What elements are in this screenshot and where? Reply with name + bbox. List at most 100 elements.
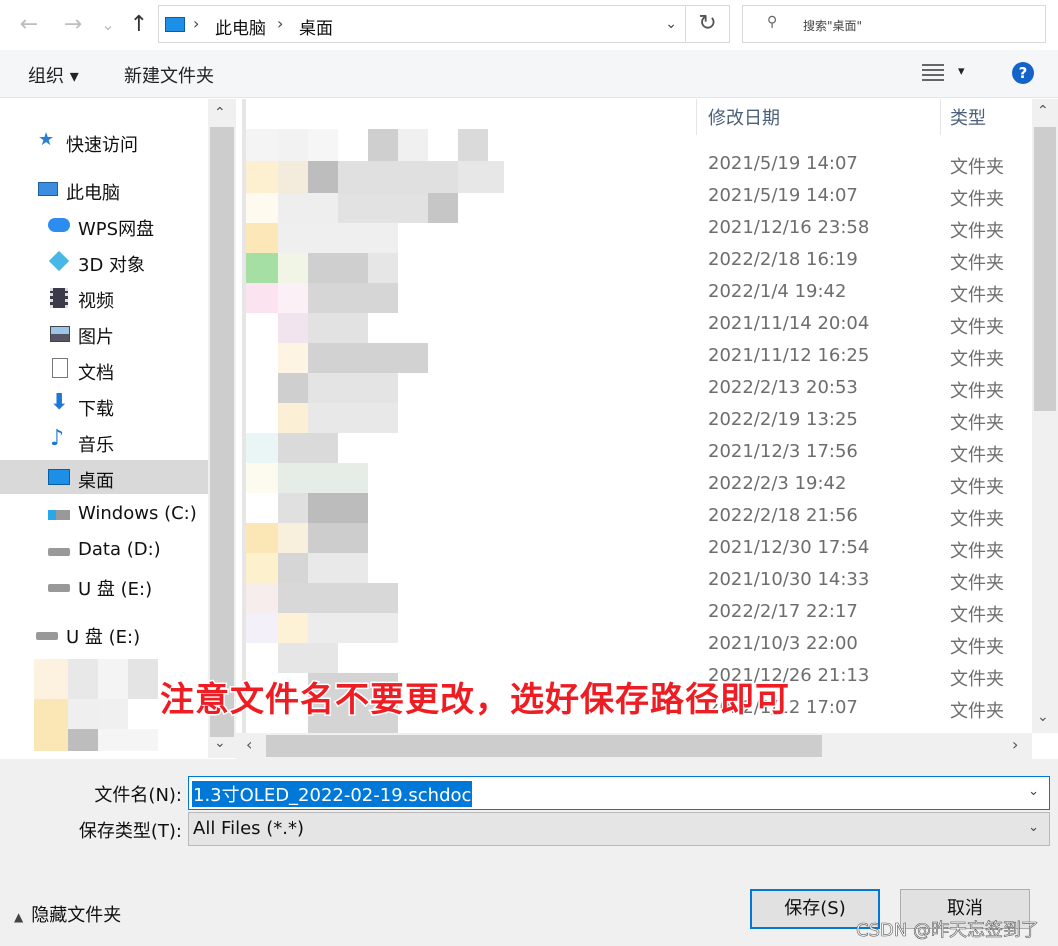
chevron-right-icon: › (193, 14, 200, 33)
row-type: 文件夹 (950, 413, 1004, 434)
cloud-icon (48, 218, 70, 232)
usb-drive-icon (36, 632, 58, 640)
breadcrumb-this-pc[interactable]: 此电脑 (215, 14, 266, 39)
row-type: 文件夹 (950, 541, 1004, 562)
scroll-down-arrow-icon[interactable]: ⌄ (1037, 709, 1049, 725)
scroll-up-arrow-icon[interactable]: ⌃ (1037, 103, 1049, 119)
document-icon (52, 358, 68, 378)
sidebar-item-label: U 盘 (E:) (78, 579, 153, 600)
row-type: 文件夹 (950, 285, 1004, 306)
filetype-value: All Files (*.*) (193, 818, 305, 839)
sidebar-item-label: 下载 (78, 399, 114, 420)
row-date: 2022/2/17 22:17 (708, 601, 858, 622)
back-button[interactable]: ← (14, 10, 44, 40)
sidebar-item-documents[interactable]: 文档 (0, 352, 208, 386)
sidebar-item-drive-c[interactable]: Windows (C:) (0, 496, 208, 530)
scroll-right-arrow-icon[interactable]: › (1012, 735, 1018, 754)
sidebar-item-music[interactable]: ♪ 音乐 (0, 424, 208, 458)
sidebar-item-pictures[interactable]: 图片 (0, 316, 208, 350)
column-header-modified[interactable]: 修改日期 (708, 99, 780, 137)
help-icon[interactable]: ? (1012, 62, 1034, 84)
sidebar-item-label: 快速访问 (66, 135, 138, 156)
caret-up-icon: ▲ (14, 910, 24, 924)
row-date: 2022/2/3 19:42 (708, 473, 847, 494)
navigation-scrollbar[interactable]: ⌃ ⌄ (208, 99, 236, 758)
film-icon (50, 288, 68, 308)
sidebar-item-downloads[interactable]: ⬇ 下载 (0, 388, 208, 422)
row-date: 2021/12/30 17:54 (708, 537, 870, 558)
chevron-down-icon[interactable]: ⌄ (1028, 784, 1039, 799)
recent-locations-button[interactable]: ⌄ (98, 10, 118, 40)
sidebar-item-wps-drive[interactable]: WPS网盘 (0, 208, 208, 242)
forward-button[interactable]: → (58, 10, 88, 40)
sidebar-item-label: U 盘 (E:) (66, 627, 141, 648)
row-date: 2022/2/18 16:19 (708, 249, 858, 270)
music-icon: ♪ (50, 426, 65, 451)
address-dropdown-icon[interactable]: ⌄ (665, 16, 677, 32)
download-icon: ⬇ (50, 390, 69, 415)
sidebar-item-videos[interactable]: 视频 (0, 280, 208, 314)
scrollbar-thumb[interactable] (210, 127, 234, 737)
annotation-note: 注意文件名不要更改，选好保存路径即可 (159, 679, 791, 722)
chevron-right-icon: › (277, 14, 284, 33)
sidebar-item-usb-e-root[interactable]: U 盘 (E:) (0, 616, 208, 650)
row-date: 2021/5/19 14:07 (708, 153, 858, 174)
row-type: 文件夹 (950, 189, 1004, 210)
scroll-left-arrow-icon[interactable]: ‹ (246, 735, 252, 754)
scroll-down-arrow-icon[interactable]: ⌄ (214, 735, 226, 751)
row-type: 文件夹 (950, 701, 1004, 722)
scroll-up-arrow-icon[interactable]: ⌃ (214, 105, 226, 121)
sidebar-item-3d-objects[interactable]: 3D 对象 (0, 244, 208, 278)
picture-icon (50, 326, 70, 342)
sidebar-item-usb-e[interactable]: U 盘 (E:) (0, 568, 208, 602)
file-list: 修改日期 类型 2021/5/19 14:07 文件夹 2021/5/19 14… (236, 99, 1058, 733)
sidebar-item-label: 此电脑 (66, 183, 120, 204)
sidebar-item-label: WPS网盘 (78, 219, 155, 240)
column-header-type[interactable]: 类型 (950, 99, 986, 137)
sidebar-item-desktop[interactable]: 桌面 (0, 460, 208, 494)
cube-icon (48, 250, 70, 272)
file-list-vertical-scrollbar[interactable]: ⌃ ⌄ (1032, 99, 1058, 733)
organize-menu[interactable]: 组织 ▾ (28, 62, 79, 88)
search-box[interactable]: ⚲ 搜索"桌面" (742, 5, 1046, 43)
sidebar-item-this-pc[interactable]: 此电脑 (0, 172, 208, 206)
filetype-select[interactable]: All Files (*.*) ⌄ (188, 812, 1050, 846)
search-input[interactable]: 搜索"桌面" (803, 17, 862, 34)
hide-folders-toggle[interactable]: ▲ 隐藏文件夹 (14, 901, 121, 927)
filename-field[interactable]: 1.3寸OLED_2022-02-19.schdoc ⌄ (188, 776, 1050, 810)
new-folder-button[interactable]: 新建文件夹 (124, 62, 214, 88)
up-button[interactable]: ↑ (126, 10, 152, 40)
navigation-pane: ★ 快速访问 此电脑 WPS网盘 3D 对象 视频 图片 文档 ⬇ 下载 ♪ 音… (0, 99, 236, 758)
filename-input[interactable]: 1.3寸OLED_2022-02-19.schdoc (192, 781, 473, 807)
chevron-down-icon[interactable]: ⌄ (1028, 820, 1039, 835)
sidebar-item-label: 图片 (78, 327, 114, 348)
save-dialog: ← → ⌄ ↑ › 此电脑 › 桌面 ⌄ ↻ ⚲ 搜索"桌面" 组织 ▾ 新建文… (0, 0, 1058, 946)
scrollbar-thumb[interactable] (1034, 127, 1056, 411)
row-type: 文件夹 (950, 221, 1004, 242)
row-date: 2022/2/13 20:53 (708, 377, 858, 398)
sidebar-item-drive-d[interactable]: Data (D:) (0, 532, 208, 566)
toolbar: 组织 ▾ 新建文件夹 ▾ ? (0, 50, 1058, 98)
desktop-icon (165, 17, 185, 32)
row-type: 文件夹 (950, 317, 1004, 338)
refresh-button[interactable]: ↻ (686, 5, 730, 43)
row-date: 2021/12/3 17:56 (708, 441, 858, 462)
scrollbar-thumb[interactable] (266, 735, 822, 757)
breadcrumb-desktop[interactable]: 桌面 (299, 14, 333, 39)
row-type: 文件夹 (950, 573, 1004, 594)
row-date: 2021/10/3 22:00 (708, 633, 858, 654)
row-type: 文件夹 (950, 669, 1004, 690)
sidebar-item-label: 3D 对象 (78, 255, 146, 276)
view-options-icon[interactable] (922, 64, 944, 82)
row-date: 2021/11/12 16:25 (708, 345, 870, 366)
row-date: 2022/1/4 19:42 (708, 281, 847, 302)
view-dropdown-icon[interactable]: ▾ (958, 64, 965, 79)
row-type: 文件夹 (950, 445, 1004, 466)
desktop-icon (48, 469, 70, 485)
address-bar[interactable]: › 此电脑 › 桌面 ⌄ (158, 5, 686, 43)
filetype-label: 保存类型(T): (78, 821, 182, 842)
sidebar-item-label: 桌面 (78, 471, 114, 492)
file-list-horizontal-scrollbar[interactable]: ‹ › (236, 733, 1032, 759)
usb-drive-icon (48, 584, 70, 592)
sidebar-item-quick-access[interactable]: ★ 快速访问 (0, 124, 208, 158)
